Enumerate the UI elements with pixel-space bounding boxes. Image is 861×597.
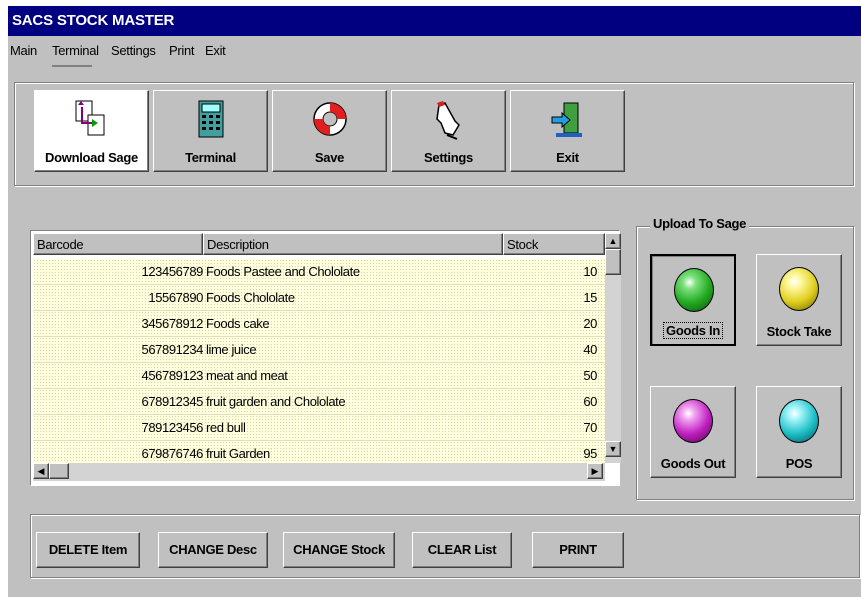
table-row[interactable]: 789123456 red bull 70 [33, 415, 605, 441]
exit-door-icon [551, 102, 582, 137]
stock-cell: 60 [583, 394, 597, 409]
exit-label: Exit [556, 150, 579, 165]
hand-pointer-icon [435, 101, 460, 140]
description-cell: Foods Pastee and Chololate [206, 264, 360, 279]
barcode-cell: 456789123 [141, 368, 203, 383]
download-sage-label: Download Sage [45, 150, 138, 165]
terminal-label: Terminal [185, 150, 236, 165]
barcode-cell: 123456789 [141, 264, 203, 279]
description-cell: Foods Chololate [206, 290, 295, 305]
stock-cell: 95 [583, 446, 597, 461]
settings-label: Settings [424, 150, 473, 165]
pos-button[interactable]: POS [756, 386, 842, 478]
calculator-icon [198, 100, 223, 138]
stock-cell: 20 [583, 316, 597, 331]
menu-terminal[interactable]: Terminal [52, 43, 99, 58]
table-row[interactable]: 567891234 lime juice 40 [33, 337, 605, 363]
print-button[interactable]: PRINT [532, 532, 624, 568]
menu-settings[interactable]: Settings [111, 43, 156, 58]
description-cell: fruit Garden [206, 446, 270, 461]
barcode-cell: 678912345 [141, 394, 203, 409]
stock-take-label: Stock Take [766, 324, 832, 339]
menu-print[interactable]: Print [169, 43, 195, 58]
lifebuoy-icon [312, 102, 347, 136]
table-row[interactable]: 678912345 fruit garden and Chololate 60 [33, 389, 605, 415]
exit-button[interactable]: Exit [510, 90, 625, 172]
menu-divider [52, 65, 92, 67]
scroll-left-icon[interactable]: ◀ [33, 463, 49, 479]
column-header-stock[interactable]: Stock [503, 233, 605, 255]
menu-bar: Main Terminal Settings Print Exit [8, 39, 861, 67]
save-button[interactable]: Save [272, 90, 387, 172]
scroll-up-icon[interactable]: ▲ [605, 233, 621, 249]
description-cell: fruit garden and Chololate [206, 394, 346, 409]
goods-out-label: Goods Out [660, 456, 726, 471]
barcode-cell: 567891234 [141, 342, 203, 357]
terminal-button[interactable]: Terminal [153, 90, 268, 172]
stock-cell: 40 [583, 342, 597, 357]
barcode-cell: 345678912 [141, 316, 203, 331]
magenta-ball-icon [673, 399, 713, 443]
barcode-cell: 789123456 [141, 420, 203, 435]
description-cell: lime juice [206, 342, 257, 357]
clear-list-button[interactable]: CLEAR List [412, 532, 512, 568]
stock-grid[interactable]: Barcode Description Stock 123456789 Food… [30, 230, 621, 486]
vertical-scrollbar[interactable]: ▲ ▼ [605, 233, 621, 463]
goods-in-label: Goods In [663, 322, 723, 339]
pos-label: POS [785, 456, 813, 471]
goods-out-button[interactable]: Goods Out [650, 386, 736, 478]
menu-main[interactable]: Main [10, 43, 37, 58]
title-bar: SACS STOCK MASTER [8, 6, 861, 36]
vertical-scroll-thumb[interactable] [605, 249, 621, 275]
settings-button[interactable]: Settings [391, 90, 506, 172]
column-header-description[interactable]: Description [203, 233, 503, 255]
table-row[interactable]: 123456789 Foods Pastee and Chololate 10 [33, 259, 605, 285]
stock-cell: 50 [583, 368, 597, 383]
upload-group-title: Upload To Sage [650, 216, 750, 231]
grid-body: Barcode Description Stock 123456789 Food… [33, 233, 605, 463]
table-row[interactable]: 679876746 fruit Garden 95 [33, 441, 605, 463]
stock-cell: 70 [583, 420, 597, 435]
download-icon [75, 100, 104, 136]
change-stock-button[interactable]: CHANGE Stock [283, 532, 395, 568]
table-row[interactable]: 15567890 Foods Chololate 15 [33, 285, 605, 311]
description-cell: Foods cake [206, 316, 270, 331]
horizontal-scroll-thumb[interactable] [49, 463, 69, 479]
yellow-ball-icon [779, 267, 819, 311]
change-desc-button[interactable]: CHANGE Desc [158, 532, 268, 568]
delete-item-button[interactable]: DELETE Item [36, 532, 140, 568]
green-ball-icon [674, 268, 714, 312]
table-row[interactable]: 456789123 meat and meat 50 [33, 363, 605, 389]
cyan-ball-icon [779, 399, 819, 443]
goods-in-button[interactable]: Goods In [650, 254, 736, 346]
barcode-cell: 679876746 [141, 446, 203, 461]
description-cell: red bull [206, 420, 246, 435]
barcode-cell: 15567890 [148, 290, 203, 305]
stock-take-button[interactable]: Stock Take [756, 254, 842, 346]
save-label: Save [314, 150, 345, 165]
download-sage-button[interactable]: Download Sage [34, 90, 149, 172]
horizontal-scrollbar[interactable]: ◀ ▶ [33, 463, 605, 481]
table-row[interactable]: 345678912 Foods cake 20 [33, 311, 605, 337]
stock-cell: 10 [583, 264, 597, 279]
column-header-barcode[interactable]: Barcode [33, 233, 203, 255]
scroll-down-icon[interactable]: ▼ [605, 441, 621, 457]
description-cell: meat and meat [206, 368, 288, 383]
scroll-right-icon[interactable]: ▶ [587, 463, 603, 479]
stock-cell: 15 [583, 290, 597, 305]
menu-exit[interactable]: Exit [205, 43, 226, 58]
